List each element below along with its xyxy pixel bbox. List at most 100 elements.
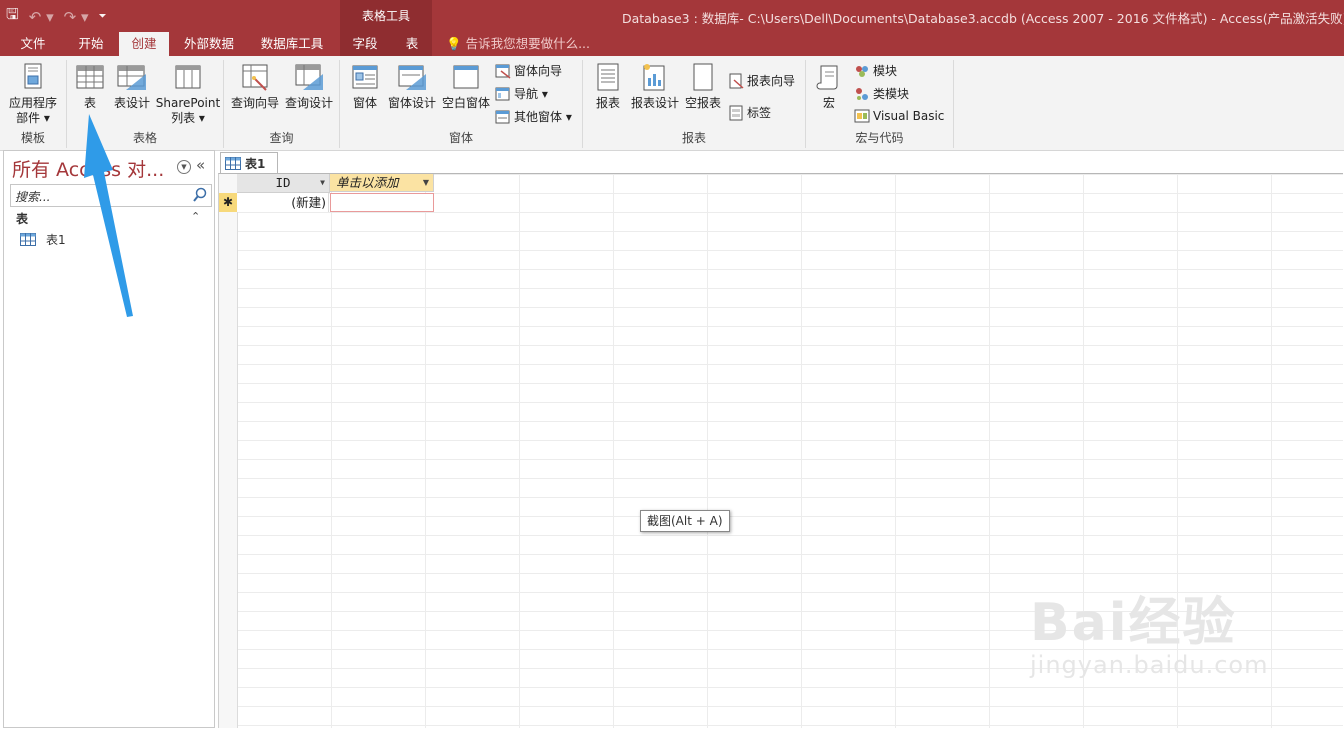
report-design-button[interactable]: 报表设计: [629, 62, 681, 111]
context-tool-header: 表格工具: [340, 0, 432, 32]
watermark-main: Bai经验: [1030, 593, 1237, 653]
module-label: 模块: [873, 64, 898, 78]
column-header-click-to-add[interactable]: 单击以添加 ▼: [330, 174, 434, 192]
tab-file[interactable]: 文件: [8, 32, 58, 56]
form-wizard-icon: [495, 64, 511, 79]
group-reports: 报表 报表设计 空报表 报表向导 标签 报表: [583, 60, 806, 148]
tab-home[interactable]: 开始: [66, 32, 116, 56]
query-wizard-button[interactable]: 查询向导: [228, 62, 282, 111]
more-forms-icon: [495, 110, 510, 123]
ribbon: 应用程序 部件 ▾ 模板 表 表设计 SharePoint 列表 ▾ 表格 查询…: [0, 56, 1344, 151]
report-wizard-button[interactable]: 报表向导: [728, 72, 795, 89]
macro-button[interactable]: 宏: [814, 62, 844, 111]
tab-table[interactable]: 表: [394, 32, 430, 56]
table-icon: [20, 233, 36, 246]
category-collapse-icon[interactable]: ⌃: [191, 210, 200, 223]
undo-icon[interactable]: ↶ ▾: [29, 8, 54, 26]
navigation-button[interactable]: 导航 ▾: [495, 85, 548, 102]
module-button[interactable]: 模块: [854, 62, 897, 79]
search-icon[interactable]: [191, 186, 209, 204]
navigation-icon: [495, 87, 510, 100]
form-design-button[interactable]: 窗体设计: [386, 62, 438, 111]
tab-fields[interactable]: 字段: [342, 32, 388, 56]
group-label-templates: 模板: [20, 131, 45, 145]
tab-external-data[interactable]: 外部数据: [176, 32, 242, 56]
form-icon: [352, 65, 378, 89]
group-templates: 应用程序 部件 ▾ 模板: [0, 60, 67, 148]
nav-item-label: 表1: [46, 233, 66, 247]
report-design-icon: [643, 64, 665, 91]
query-design-button[interactable]: 查询设计: [282, 62, 336, 111]
sharepoint-lists-button[interactable]: SharePoint 列表 ▾: [155, 62, 221, 126]
form-button[interactable]: 窗体: [346, 62, 384, 111]
group-queries: 查询向导 查询设计 查询: [224, 60, 340, 148]
customize-qat-icon[interactable]: ⏷: [99, 11, 107, 22]
record-selector-column: [219, 174, 238, 728]
report-label: 报表: [595, 96, 620, 110]
app-parts-button[interactable]: 应用程序 部件 ▾: [4, 62, 62, 126]
report-design-label: 报表设计: [630, 96, 679, 110]
column-dropdown-icon[interactable]: ▼: [320, 174, 325, 192]
tell-me-box[interactable]: 💡 告诉我您想要做什么...: [446, 32, 590, 56]
table-icon: [225, 156, 241, 170]
more-forms-button[interactable]: 其他窗体 ▾: [495, 108, 572, 125]
table-button[interactable]: 表: [73, 62, 107, 111]
query-design-label: 查询设计: [284, 96, 333, 110]
window-title: Database3 : 数据库- C:\Users\Dell\Documents…: [622, 11, 1344, 26]
blank-form-label: 空白窗体: [441, 96, 490, 110]
blank-report-label: 空报表: [684, 96, 721, 110]
nav-item-table1[interactable]: 表1: [20, 231, 66, 248]
nav-collapse-button[interactable]: «: [196, 156, 205, 174]
quick-access-toolbar: 🖫 ↶ ▾ ↷ ▾ ⏷: [6, 4, 107, 29]
group-label-tables: 表格: [132, 131, 157, 145]
app-parts-label-2: 部件 ▾: [16, 111, 50, 125]
nav-category-tables[interactable]: 表: [16, 210, 28, 227]
labels-icon: [729, 105, 743, 120]
report-wizard-icon: [729, 73, 744, 89]
labels-button[interactable]: 标签: [728, 104, 771, 121]
group-label-macros: 宏与代码: [855, 131, 904, 145]
more-forms-label: 其他窗体 ▾: [514, 110, 572, 124]
form-wizard-button[interactable]: 窗体向导: [495, 62, 562, 79]
active-cell[interactable]: [330, 193, 434, 212]
redo-icon[interactable]: ↷ ▾: [64, 8, 89, 26]
tab-database-tools[interactable]: 数据库工具: [252, 32, 332, 56]
document-tab-label: 表1: [245, 156, 266, 171]
new-record-selector[interactable]: ✱: [219, 193, 237, 212]
save-icon[interactable]: 🖫: [6, 4, 19, 29]
class-module-label: 类模块: [873, 87, 910, 101]
tab-create[interactable]: 创建: [119, 32, 169, 56]
group-label-forms: 窗体: [448, 131, 473, 145]
column-dropdown-icon[interactable]: ▼: [423, 174, 429, 192]
form-design-label: 窗体设计: [387, 96, 436, 110]
form-label: 窗体: [352, 96, 377, 110]
blank-report-button[interactable]: 空报表: [683, 62, 723, 111]
group-forms: 窗体 窗体设计 空白窗体 窗体向导 导航 ▾ 其他窗体 ▾ 窗体: [340, 60, 583, 148]
table-design-button[interactable]: 表设计: [111, 62, 153, 111]
ribbon-tabs: 文件 开始 创建 外部数据 数据库工具 字段 表 💡 告诉我您想要做什么...: [0, 32, 1344, 56]
lightbulb-icon: 💡: [446, 36, 462, 51]
app-parts-icon: [24, 63, 42, 89]
visual-basic-label: Visual Basic: [873, 109, 945, 123]
new-record-id-cell[interactable]: (新建): [237, 193, 329, 212]
blank-form-icon: [453, 65, 479, 89]
blank-form-button[interactable]: 空白窗体: [440, 62, 492, 111]
report-button[interactable]: 报表: [591, 62, 625, 111]
sharepoint-list-icon: [175, 65, 201, 89]
document-tab-table1[interactable]: 表1: [220, 152, 278, 173]
form-design-icon: [398, 65, 426, 90]
nav-pane-title[interactable]: 所有 Access 对...: [12, 155, 164, 182]
class-module-button[interactable]: 类模块: [854, 85, 909, 102]
nav-search-input[interactable]: 搜索...: [10, 184, 212, 207]
visual-basic-button[interactable]: Visual Basic: [854, 108, 944, 124]
blank-report-icon: [693, 63, 713, 91]
group-macros-code: 宏 模块 类模块 Visual Basic 宏与代码: [806, 60, 954, 148]
report-icon: [597, 63, 619, 91]
visual-basic-icon: [854, 109, 870, 123]
column-header-id[interactable]: ID ▼: [237, 174, 330, 193]
labels-label: 标签: [747, 106, 772, 120]
watermark-sub: jingyan.baidu.com: [1030, 651, 1269, 679]
query-wizard-icon: [242, 64, 268, 91]
table-design-icon: [117, 65, 146, 90]
nav-menu-dropdown-icon[interactable]: ▼: [177, 160, 191, 174]
